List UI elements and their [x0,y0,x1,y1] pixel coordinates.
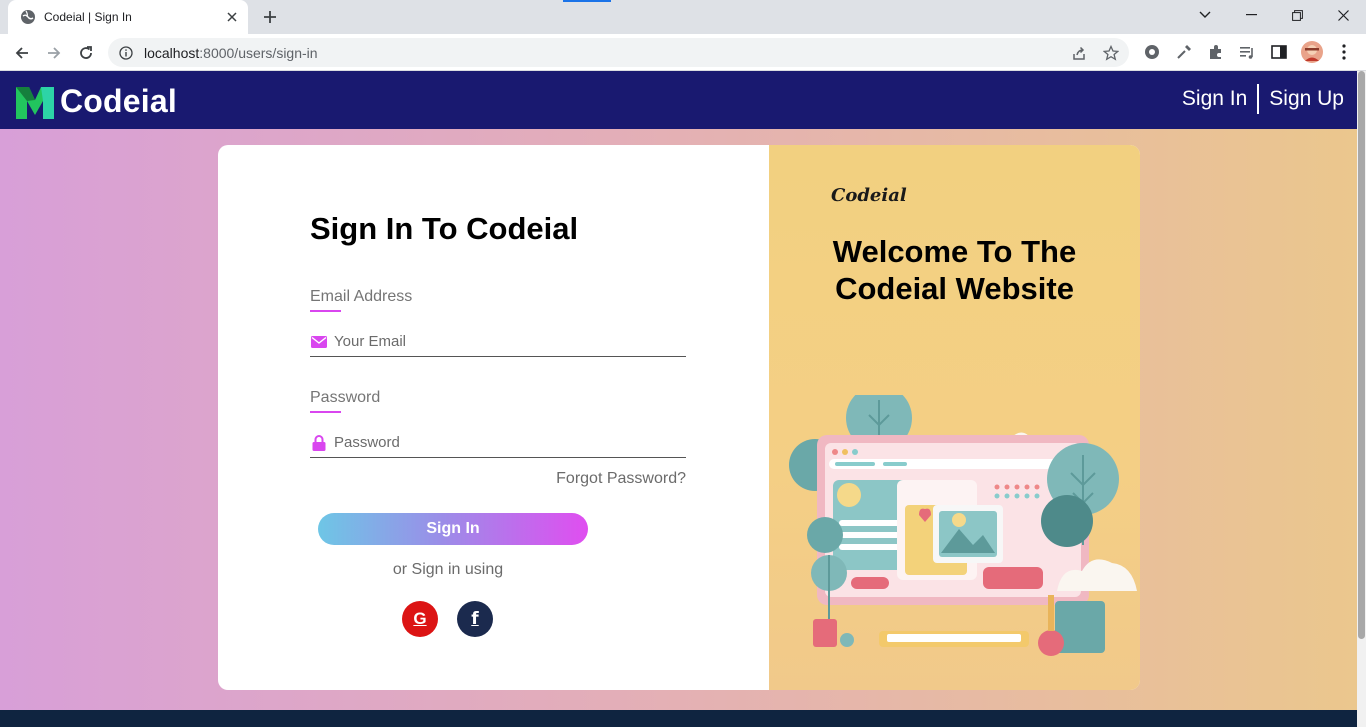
back-icon[interactable] [8,39,36,67]
side-panel-icon[interactable] [1269,42,1289,62]
password-label: Password [310,389,381,406]
nav-sign-in-link[interactable]: Sign In [1182,87,1247,111]
browser-toolbar: localhost:8000/users/sign-in [0,34,1366,71]
info-icon[interactable] [118,45,134,61]
sign-in-card: Sign In To Codeial Email Address Passwor… [218,145,1140,690]
facebook-letter: f [471,609,479,629]
tab-title: Codeial | Sign In [44,10,132,24]
password-input[interactable] [334,434,686,451]
address-bar[interactable]: localhost:8000/users/sign-in [108,38,1129,67]
email-label: Email Address [310,288,413,305]
url-host: localhost [144,44,200,61]
loading-indicator [563,0,611,2]
forgot-password-link[interactable]: Forgot Password? [556,470,686,488]
star-icon[interactable] [1102,44,1120,62]
password-label-underline [310,411,341,413]
envelope-icon [310,333,328,351]
restore-icon[interactable] [1274,0,1320,30]
chevron-down-icon[interactable] [1182,0,1228,30]
lock-icon [310,434,328,452]
browser-tab[interactable]: Codeial | Sign In [8,0,248,34]
email-label-underline [310,310,341,312]
reload-icon[interactable] [72,39,100,67]
reading-list-icon[interactable] [1237,42,1257,62]
nav-divider [1257,84,1260,114]
header-nav: Sign In Sign Up [1182,84,1344,114]
email-input[interactable] [334,333,686,350]
globe-icon [20,9,36,25]
forward-icon[interactable] [40,39,68,67]
google-letter: G [413,609,427,628]
share-icon[interactable] [1070,44,1088,62]
close-icon[interactable] [224,9,240,25]
site-logo[interactable]: Codeial [16,83,177,120]
browser-tabbar: Codeial | Sign In [0,0,1366,34]
site-header: Codeial Sign In Sign Up [0,71,1357,129]
logo-mark-icon [16,86,54,119]
url-path: :8000/users/sign-in [199,44,318,61]
page-scrollbar[interactable] [1357,71,1366,727]
email-field [310,327,686,357]
google-icon[interactable]: G [402,601,438,637]
puzzle-icon[interactable] [1206,42,1226,62]
panel-brand: Codeial [831,185,907,206]
welcome-panel: Codeial Welcome To The Codeial Website [769,145,1140,690]
kebab-menu-icon[interactable] [1334,42,1354,62]
page-viewport: Codeial Sign In Sign Up Sign In To Codei… [0,71,1357,727]
brand-name: Codeial [60,83,177,119]
sign-in-button[interactable]: Sign In [318,513,588,545]
facebook-icon[interactable]: f [457,601,493,637]
eyedropper-icon[interactable] [1174,42,1194,62]
sign-in-form: Sign In To Codeial Email Address Passwor… [218,145,769,690]
password-field [310,428,686,458]
welcome-title: Welcome To The Codeial Website [832,234,1077,306]
url-text: localhost:8000/users/sign-in [144,45,318,61]
site-footer [0,710,1357,727]
website-illustration [789,395,1137,656]
window-close-icon[interactable] [1320,0,1366,30]
extension-gear-icon[interactable] [1142,42,1162,62]
nav-sign-up-link[interactable]: Sign Up [1269,87,1344,111]
form-title: Sign In To Codeial [310,211,579,246]
plus-icon[interactable] [258,6,282,28]
minimize-icon[interactable] [1228,0,1274,30]
alt-sign-in-text: or Sign in using [392,561,504,578]
profile-avatar-icon[interactable] [1301,41,1323,63]
scrollbar-thumb[interactable] [1358,71,1365,639]
